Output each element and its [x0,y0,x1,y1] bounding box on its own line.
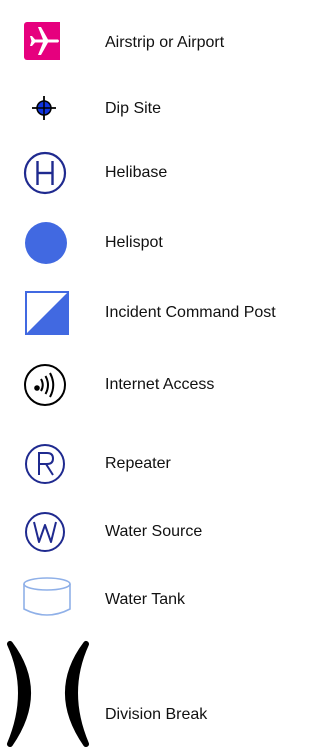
legend-label: Incident Command Post [105,304,276,321]
legend-label: Repeater [105,455,171,472]
legend-label: Water Tank [105,591,186,608]
legend-label: Internet Access [105,376,215,393]
legend-item-repeater: Repeater [0,442,335,486]
legend-item-airstrip: Airstrip or Airport [0,18,335,68]
legend-label: Helibase [105,164,168,181]
legend-item-water-source: Water Source [0,510,335,554]
legend-label: Helispot [105,234,163,251]
legend-label: Dip Site [105,100,162,117]
circled-h-icon [23,151,67,195]
legend-label: Airstrip or Airport [105,34,225,51]
legend-label: Water Source [105,523,203,540]
circled-w-icon [25,512,65,552]
tank-cylinder-icon [23,577,71,616]
legend-item-icp: Incident Command Post [0,290,335,336]
legend-item-helibase: Helibase [0,150,335,196]
legend-item-water-tank: Water Tank [0,576,335,620]
legend-item-helispot: Helispot [0,220,335,266]
division-break-icon [7,641,89,747]
filled-circle-icon [25,222,67,264]
crosshair-dot-icon [32,96,56,120]
airplane-icon [24,22,60,60]
half-filled-square-icon [25,291,69,335]
legend-item-dip-site: Dip Site [0,88,335,128]
wifi-signal-circle-icon [24,364,66,406]
legend-item-internet: Internet Access [0,362,335,408]
legend-item-division-break: Division Break [0,640,335,748]
circled-r-icon [25,444,65,484]
legend-label: Division Break [105,706,208,723]
